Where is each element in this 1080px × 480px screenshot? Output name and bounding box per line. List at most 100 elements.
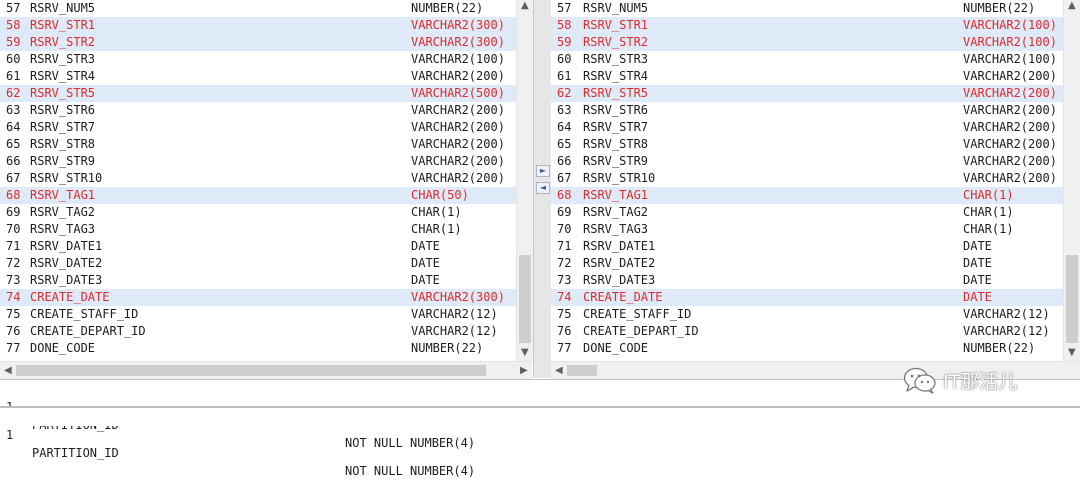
table-row[interactable]: 63 RSRV_STR6 VARCHAR2(200)	[0, 102, 516, 119]
table-row-diff[interactable]: 58 RSRV_STR1 VARCHAR2(300)	[0, 17, 516, 34]
scroll-left-icon[interactable]: ◀	[4, 365, 12, 377]
table-row[interactable]: 66 RSRV_STR9 VARCHAR2(200)	[0, 153, 516, 170]
table-row[interactable]: 77 DONE_CODE NUMBER(22)	[0, 340, 516, 357]
column-name: RSRV_STR4	[30, 69, 96, 83]
table-row[interactable]: 75 CREATE_STAFF_ID VARCHAR2(12)	[551, 306, 1063, 323]
table-row-diff[interactable]: 58 RSRV_STR1 VARCHAR2(100)	[551, 17, 1063, 34]
table-row[interactable]: 73 RSRV_DATE3 DATE	[551, 272, 1063, 289]
table-row-diff[interactable]: 59 RSRV_STR2 VARCHAR2(100)	[551, 34, 1063, 51]
left-compare-pane[interactable]: 57 RSRV_NUM5 NUMBER(22) 58 RSRV_STR1 VARCHAR2…	[0, 0, 533, 379]
table-row[interactable]: 77 DONE_CODE NUMBER(22)	[551, 340, 1063, 357]
table-row[interactable]: 76 CREATE_DEPART_ID VARCHAR2(12)	[0, 323, 516, 340]
table-row[interactable]: 71 RSRV_DATE1 DATE	[551, 238, 1063, 255]
table-row[interactable]: 65 RSRV_STR8 VARCHAR2(200)	[0, 136, 516, 153]
table-row-diff[interactable]: 62 RSRV_STR5 VARCHAR2(200)	[551, 85, 1063, 102]
column-name: RSRV_DATE2	[583, 256, 656, 270]
table-row[interactable]: 70 RSRV_TAG3 CHAR(1)	[0, 221, 516, 238]
table-row[interactable]: 72 RSRV_DATE2 DATE	[0, 255, 516, 272]
column-name: RSRV_STR5	[583, 86, 649, 100]
line-number: 67	[6, 171, 21, 185]
table-row[interactable]: 66 RSRV_STR9 VARCHAR2(200)	[551, 153, 1063, 170]
column-name: CREATE_DEPART_ID	[30, 324, 146, 338]
line-number: 58	[6, 18, 21, 32]
table-row[interactable]: 64 RSRV_STR7 VARCHAR2(200)	[0, 119, 516, 136]
column-name: CREATE_STAFF_ID	[583, 307, 692, 321]
scroll-up-icon[interactable]: ▲	[521, 0, 529, 12]
column-type: VARCHAR2(12)	[411, 324, 498, 338]
column-name: RSRV_STR8	[30, 137, 96, 151]
table-row[interactable]: 75 CREATE_STAFF_ID VARCHAR2(12)	[0, 306, 516, 323]
table-row[interactable]: 70 RSRV_TAG3 CHAR(1)	[551, 221, 1063, 238]
column-name: RSRV_STR7	[30, 120, 96, 134]
table-row-diff[interactable]: 68 RSRV_TAG1 CHAR(1)	[551, 187, 1063, 204]
table-row[interactable]: 60 RSRV_STR3 VARCHAR2(100)	[0, 51, 516, 68]
column-name: RSRV_STR8	[583, 137, 649, 151]
column-name: RSRV_DATE3	[30, 273, 103, 287]
line-number: 76	[6, 324, 21, 338]
line-number: 59	[6, 35, 21, 49]
table-row[interactable]: 67 RSRV_STR10 VARCHAR2(200)	[551, 170, 1063, 187]
column-name: RSRV_TAG3	[30, 222, 96, 236]
left-vertical-scrollbar[interactable]: ▲ ▼	[516, 0, 533, 361]
scrollbar-thumb[interactable]	[567, 365, 597, 376]
line-number: 61	[6, 69, 21, 83]
scroll-up-icon[interactable]: ▲	[1068, 0, 1076, 12]
left-horizontal-scrollbar[interactable]: ◀ ▶	[0, 361, 532, 379]
watermark: IT那活儿	[903, 365, 1017, 395]
right-compare-pane[interactable]: 57 RSRV_NUM5 NUMBER(22) 58 RSRV_STR1 VARCHAR2…	[551, 0, 1080, 379]
table-row[interactable]: 61 RSRV_STR4 VARCHAR2(200)	[551, 68, 1063, 85]
table-row-diff[interactable]: 59 RSRV_STR2 VARCHAR2(300)	[0, 34, 516, 51]
line-number: 77	[6, 341, 21, 355]
column-name: RSRV_STR7	[583, 120, 649, 134]
scrollbar-thumb[interactable]	[1066, 255, 1078, 343]
column-name: RSRV_TAG1	[30, 188, 96, 202]
table-row[interactable]: 73 RSRV_DATE3 DATE	[0, 272, 516, 289]
column-name: RSRV_STR2	[30, 35, 96, 49]
watermark-text: IT那活儿	[943, 370, 1018, 393]
column-name: RSRV_TAG3	[583, 222, 649, 236]
scrollbar-thumb[interactable]	[519, 255, 531, 343]
table-row[interactable]: 57 RSRV_NUM5 NUMBER(22)	[0, 0, 516, 17]
table-row[interactable]: 61 RSRV_STR4 VARCHAR2(200)	[0, 68, 516, 85]
scrollbar-thumb[interactable]	[16, 365, 486, 376]
column-type: DATE	[963, 256, 992, 270]
column-name: RSRV_STR4	[583, 69, 649, 83]
table-row-diff[interactable]: 68 RSRV_TAG1 CHAR(50)	[0, 187, 516, 204]
scroll-down-icon[interactable]: ▼	[521, 347, 529, 359]
scroll-down-icon[interactable]: ▼	[1068, 347, 1076, 359]
table-row[interactable]: 64 RSRV_STR7 VARCHAR2(200)	[551, 119, 1063, 136]
column-type: VARCHAR2(200)	[963, 171, 1057, 185]
table-row[interactable]: 57 RSRV_NUM5 NUMBER(22)	[551, 0, 1063, 17]
table-row[interactable]: 76 CREATE_DEPART_ID VARCHAR2(12)	[551, 323, 1063, 340]
line-number: 69	[6, 205, 21, 219]
table-row[interactable]: 63 RSRV_STR6 VARCHAR2(200)	[551, 102, 1063, 119]
column-type: VARCHAR2(200)	[411, 120, 505, 134]
scroll-left-icon[interactable]: ◀	[555, 365, 563, 377]
line-number: 72	[557, 256, 572, 270]
table-row-diff[interactable]: 74 CREATE_DATE VARCHAR2(300)	[0, 289, 516, 306]
line-number: 66	[6, 154, 21, 168]
line-number: 62	[6, 86, 21, 100]
line-number: 57	[6, 1, 21, 15]
table-row[interactable]: 69 RSRV_TAG2 CHAR(1)	[0, 204, 516, 221]
line-number: 59	[557, 35, 572, 49]
column-name: RSRV_STR5	[30, 86, 96, 100]
line-number: 60	[6, 52, 21, 66]
column-type: DATE	[411, 256, 440, 270]
table-row[interactable]: 65 RSRV_STR8 VARCHAR2(200)	[551, 136, 1063, 153]
right-vertical-scrollbar[interactable]: ▲ ▼	[1063, 0, 1080, 361]
table-row[interactable]: 69 RSRV_TAG2 CHAR(1)	[551, 204, 1063, 221]
table-row[interactable]: 72 RSRV_DATE2 DATE	[551, 255, 1063, 272]
table-row[interactable]: 60 RSRV_STR3 VARCHAR2(100)	[551, 51, 1063, 68]
scroll-right-icon[interactable]: ▶	[520, 365, 528, 377]
table-row-diff[interactable]: 74 CREATE_DATE DATE	[551, 289, 1063, 306]
column-type: VARCHAR2(200)	[963, 120, 1057, 134]
pane-splitter[interactable]: ► ◄	[533, 0, 552, 378]
column-type: VARCHAR2(200)	[963, 69, 1057, 83]
table-row[interactable]: 67 RSRV_STR10 VARCHAR2(200)	[0, 170, 516, 187]
copy-right-button[interactable]: ►	[536, 165, 550, 177]
copy-left-button[interactable]: ◄	[536, 182, 550, 194]
table-row[interactable]: 71 RSRV_DATE1 DATE	[0, 238, 516, 255]
column-type: CHAR(1)	[411, 222, 462, 236]
table-row-diff[interactable]: 62 RSRV_STR5 VARCHAR2(500)	[0, 85, 516, 102]
